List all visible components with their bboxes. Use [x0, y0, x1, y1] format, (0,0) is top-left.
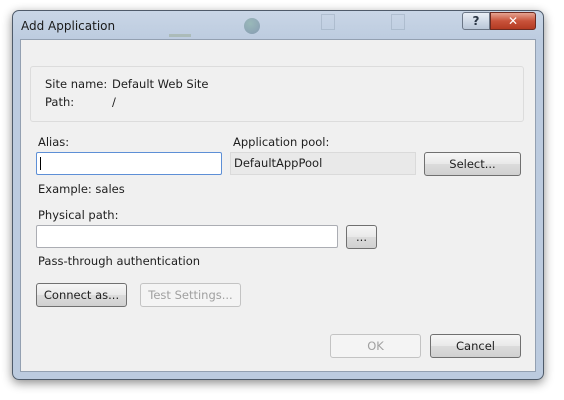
physical-path-input[interactable]	[36, 225, 338, 248]
site-name-value: Default Web Site	[112, 77, 209, 91]
site-name-label: Site name:	[45, 77, 108, 91]
path-value: /	[112, 95, 116, 109]
alias-label: Alias:	[38, 135, 70, 149]
title-bar[interactable]: Add Application ? ✕	[13, 11, 543, 39]
close-icon: ✕	[507, 14, 519, 28]
dialog-body: Site name: Default Web Site Path: / Alia…	[20, 39, 536, 372]
text-caret	[40, 157, 41, 170]
app-pool-field: DefaultAppPool	[230, 152, 416, 175]
browse-path-button[interactable]: ...	[346, 225, 377, 249]
path-label: Path:	[45, 95, 75, 109]
help-button[interactable]: ?	[462, 12, 490, 30]
alias-input[interactable]	[36, 152, 222, 175]
app-pool-label: Application pool:	[233, 135, 330, 149]
ok-button[interactable]: OK	[330, 334, 421, 358]
alias-example-text: Example: sales	[38, 182, 125, 196]
pass-through-auth-label: Pass-through authentication	[38, 254, 201, 268]
test-settings-button[interactable]: Test Settings...	[140, 283, 241, 307]
add-application-dialog: Add Application ? ✕ Site name: Default W…	[12, 10, 544, 380]
app-pool-value: DefaultAppPool	[234, 156, 323, 170]
close-button[interactable]: ✕	[490, 12, 536, 30]
background-document-icon	[321, 14, 335, 30]
physical-path-label: Physical path:	[38, 208, 119, 222]
background-globe-icon	[241, 14, 263, 34]
window-title: Add Application	[21, 19, 116, 33]
site-info-box: Site name: Default Web Site Path: /	[30, 66, 524, 122]
connect-as-button[interactable]: Connect as...	[36, 283, 127, 307]
background-toolbar-icon	[169, 14, 191, 37]
background-document-icon	[391, 14, 405, 30]
select-app-pool-button[interactable]: Select...	[424, 152, 521, 176]
cancel-button[interactable]: Cancel	[430, 334, 521, 358]
